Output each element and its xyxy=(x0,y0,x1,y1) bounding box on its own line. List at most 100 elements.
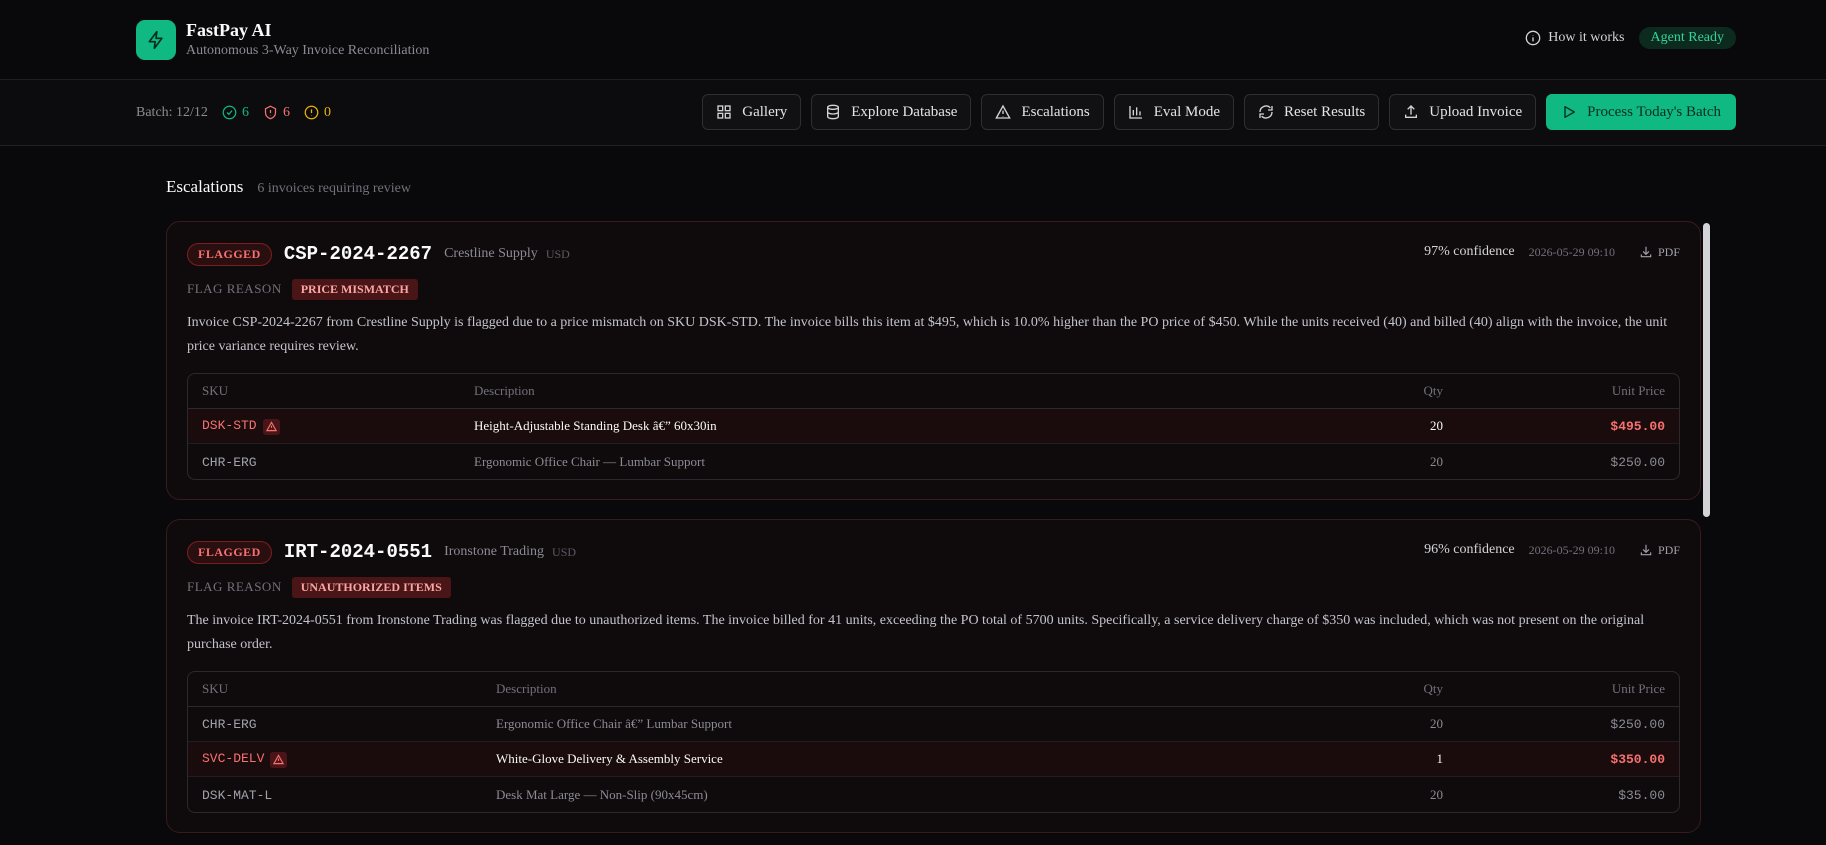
agent-status-badge: Agent Ready xyxy=(1638,27,1736,49)
invoice-id: IRT-2024-0551 xyxy=(283,541,433,563)
lightning-icon xyxy=(136,19,176,60)
app-name: FastPay AI xyxy=(186,20,272,40)
bar-chart-icon xyxy=(1129,106,1142,119)
column-header-sku: SKU xyxy=(188,374,460,409)
app-subtitle: Autonomous 3-Way Invoice Reconciliation xyxy=(186,43,430,58)
table-row: CHR-ERG Ergonomic Office Chair — Lumbar … xyxy=(188,444,1679,479)
column-header-description: Description xyxy=(482,672,1337,707)
explore-database-button[interactable]: Explore Database xyxy=(811,94,972,130)
scrollbar[interactable] xyxy=(1703,223,1710,517)
table-row: DSK-MAT-L Desk Mat Large — Non-Slip (90x… xyxy=(188,777,1679,812)
table-row: DSK-STD Height-Adjustable Standing Desk … xyxy=(188,409,1679,444)
description-cell: Ergonomic Office Chair â€” Lumbar Suppor… xyxy=(482,707,1337,742)
qty-cell: 1 xyxy=(1337,742,1457,777)
status-badge: FLAGGED xyxy=(187,242,272,266)
flag-reason-label: FLAG REASON xyxy=(187,579,282,594)
line-items-table: SKU Description Qty Unit Price CHR-ERG E… xyxy=(187,671,1680,813)
escalations-list[interactable]: FLAGGED CSP-2024-2267 Crestline Supply U… xyxy=(166,221,1710,845)
warning-count: 0 xyxy=(323,104,331,120)
eval-mode-label: Eval Mode xyxy=(1153,103,1220,120)
upload-icon xyxy=(1405,105,1418,118)
currency: USD xyxy=(545,246,570,261)
table-row: CHR-ERG Ergonomic Office Chair â€” Lumba… xyxy=(188,707,1679,742)
sku-cell: CHR-ERG xyxy=(202,454,257,470)
upload-invoice-label: Upload Invoice xyxy=(1429,103,1523,120)
how-it-works-label: How it works xyxy=(1548,30,1625,45)
upload-invoice-button[interactable]: Upload Invoice xyxy=(1389,94,1537,130)
check-circle-icon xyxy=(222,105,237,120)
vendor-name: Ironstone Trading xyxy=(444,544,545,559)
alert-circle-icon xyxy=(304,105,319,120)
vendor-name: Crestline Supply xyxy=(444,246,538,261)
escalations-title: Escalations xyxy=(166,177,244,196)
price-cell: $495.00 xyxy=(1610,419,1665,434)
confidence: 97% confidence xyxy=(1424,244,1515,259)
refresh-icon xyxy=(1259,105,1273,119)
toolbar: Batch: 12/12 6 6 0 Gallery Explore Datab… xyxy=(0,80,1826,146)
escalations-label: Escalations xyxy=(1021,103,1090,120)
escalations-subtitle: 6 invoices requiring review xyxy=(257,181,411,196)
invoice-id: CSP-2024-2267 xyxy=(283,243,433,265)
status-badge: FLAGGED xyxy=(187,540,272,564)
timestamp: 2026-05-29 09:10 xyxy=(1528,244,1615,259)
pdf-label: PDF xyxy=(1657,542,1680,557)
table-row: SVC-DELV White-Glove Delivery & Assembly… xyxy=(188,742,1679,777)
sku-cell: DSK-MAT-L xyxy=(202,787,273,803)
qty-cell: 20 xyxy=(1337,409,1457,444)
play-icon xyxy=(1564,106,1576,118)
escalations-button[interactable]: Escalations xyxy=(981,94,1104,130)
approved-stat: 6 xyxy=(222,105,249,121)
warning-stat: 0 xyxy=(304,105,331,121)
grid-icon xyxy=(717,105,731,119)
invoice-card[interactable]: FLAGGED CSP-2024-2267 Crestline Supply U… xyxy=(166,221,1701,500)
qty-cell: 20 xyxy=(1430,453,1443,469)
column-header-qty: Qty xyxy=(1337,374,1457,409)
description-cell: White-Glove Delivery & Assembly Service xyxy=(482,742,1337,777)
download-icon xyxy=(1640,246,1652,258)
shield-alert-icon xyxy=(264,105,277,120)
warning-triangle-icon xyxy=(262,418,280,435)
flag-explanation: Invoice CSP-2024-2267 from Crestline Sup… xyxy=(187,315,1668,354)
timestamp: 2026-05-29 09:10 xyxy=(1528,542,1615,557)
flag-explanation: The invoice IRT-2024-0551 from Ironstone… xyxy=(187,613,1645,652)
sku-cell: SVC-DELV xyxy=(202,751,265,767)
sku-cell: CHR-ERG xyxy=(202,717,257,732)
gallery-button[interactable]: Gallery xyxy=(702,94,802,130)
column-header-unit-price: Unit Price xyxy=(1457,672,1679,707)
flagged-stat: 6 xyxy=(263,105,290,121)
line-items-table: SKU Description Qty Unit Price DSK-STD H… xyxy=(187,373,1680,480)
pdf-label: PDF xyxy=(1657,244,1680,259)
brand: FastPay AI Autonomous 3-Way Invoice Reco… xyxy=(186,20,429,59)
reset-results-button[interactable]: Reset Results xyxy=(1244,94,1380,130)
process-batch-label: Process Today's Batch xyxy=(1587,103,1721,120)
column-header-sku: SKU xyxy=(188,672,482,707)
approved-count: 6 xyxy=(241,104,249,120)
description-cell: Ergonomic Office Chair — Lumbar Support xyxy=(474,453,705,469)
column-header-qty: Qty xyxy=(1337,672,1457,707)
qty-cell: 20 xyxy=(1337,707,1457,742)
warning-triangle-icon xyxy=(270,751,288,768)
sku-cell: DSK-STD xyxy=(202,418,257,434)
flag-reason-badge: UNAUTHORIZED ITEMS xyxy=(291,576,451,598)
eval-mode-button[interactable]: Eval Mode xyxy=(1113,94,1234,130)
info-icon xyxy=(1525,30,1541,46)
reset-results-label: Reset Results xyxy=(1284,103,1366,120)
pdf-download-button[interactable]: PDF xyxy=(1639,543,1680,558)
how-it-works-link[interactable]: How it works xyxy=(1525,30,1625,46)
description-cell: Height-Adjustable Standing Desk â€” 60x3… xyxy=(460,409,1337,444)
confidence: 96% confidence xyxy=(1424,542,1515,557)
warning-triangle-icon xyxy=(995,104,1012,119)
price-cell: $350.00 xyxy=(1610,752,1665,767)
app-header: FastPay AI Autonomous 3-Way Invoice Reco… xyxy=(0,0,1826,80)
gallery-label: Gallery xyxy=(742,103,788,120)
price-cell: $250.00 xyxy=(1610,717,1665,732)
process-batch-button[interactable]: Process Today's Batch xyxy=(1546,94,1736,130)
description-cell: Desk Mat Large — Non-Slip (90x45cm) xyxy=(496,786,708,802)
invoice-card[interactable]: FLAGGED IRT-2024-0551 Ironstone Trading … xyxy=(166,519,1701,833)
download-icon xyxy=(1640,544,1652,556)
explore-database-label: Explore Database xyxy=(851,103,958,120)
column-header-description: Description xyxy=(460,374,1337,409)
flagged-count: 6 xyxy=(282,104,290,120)
batch-progress: Batch: 12/12 xyxy=(136,104,208,120)
pdf-download-button[interactable]: PDF xyxy=(1639,245,1680,260)
